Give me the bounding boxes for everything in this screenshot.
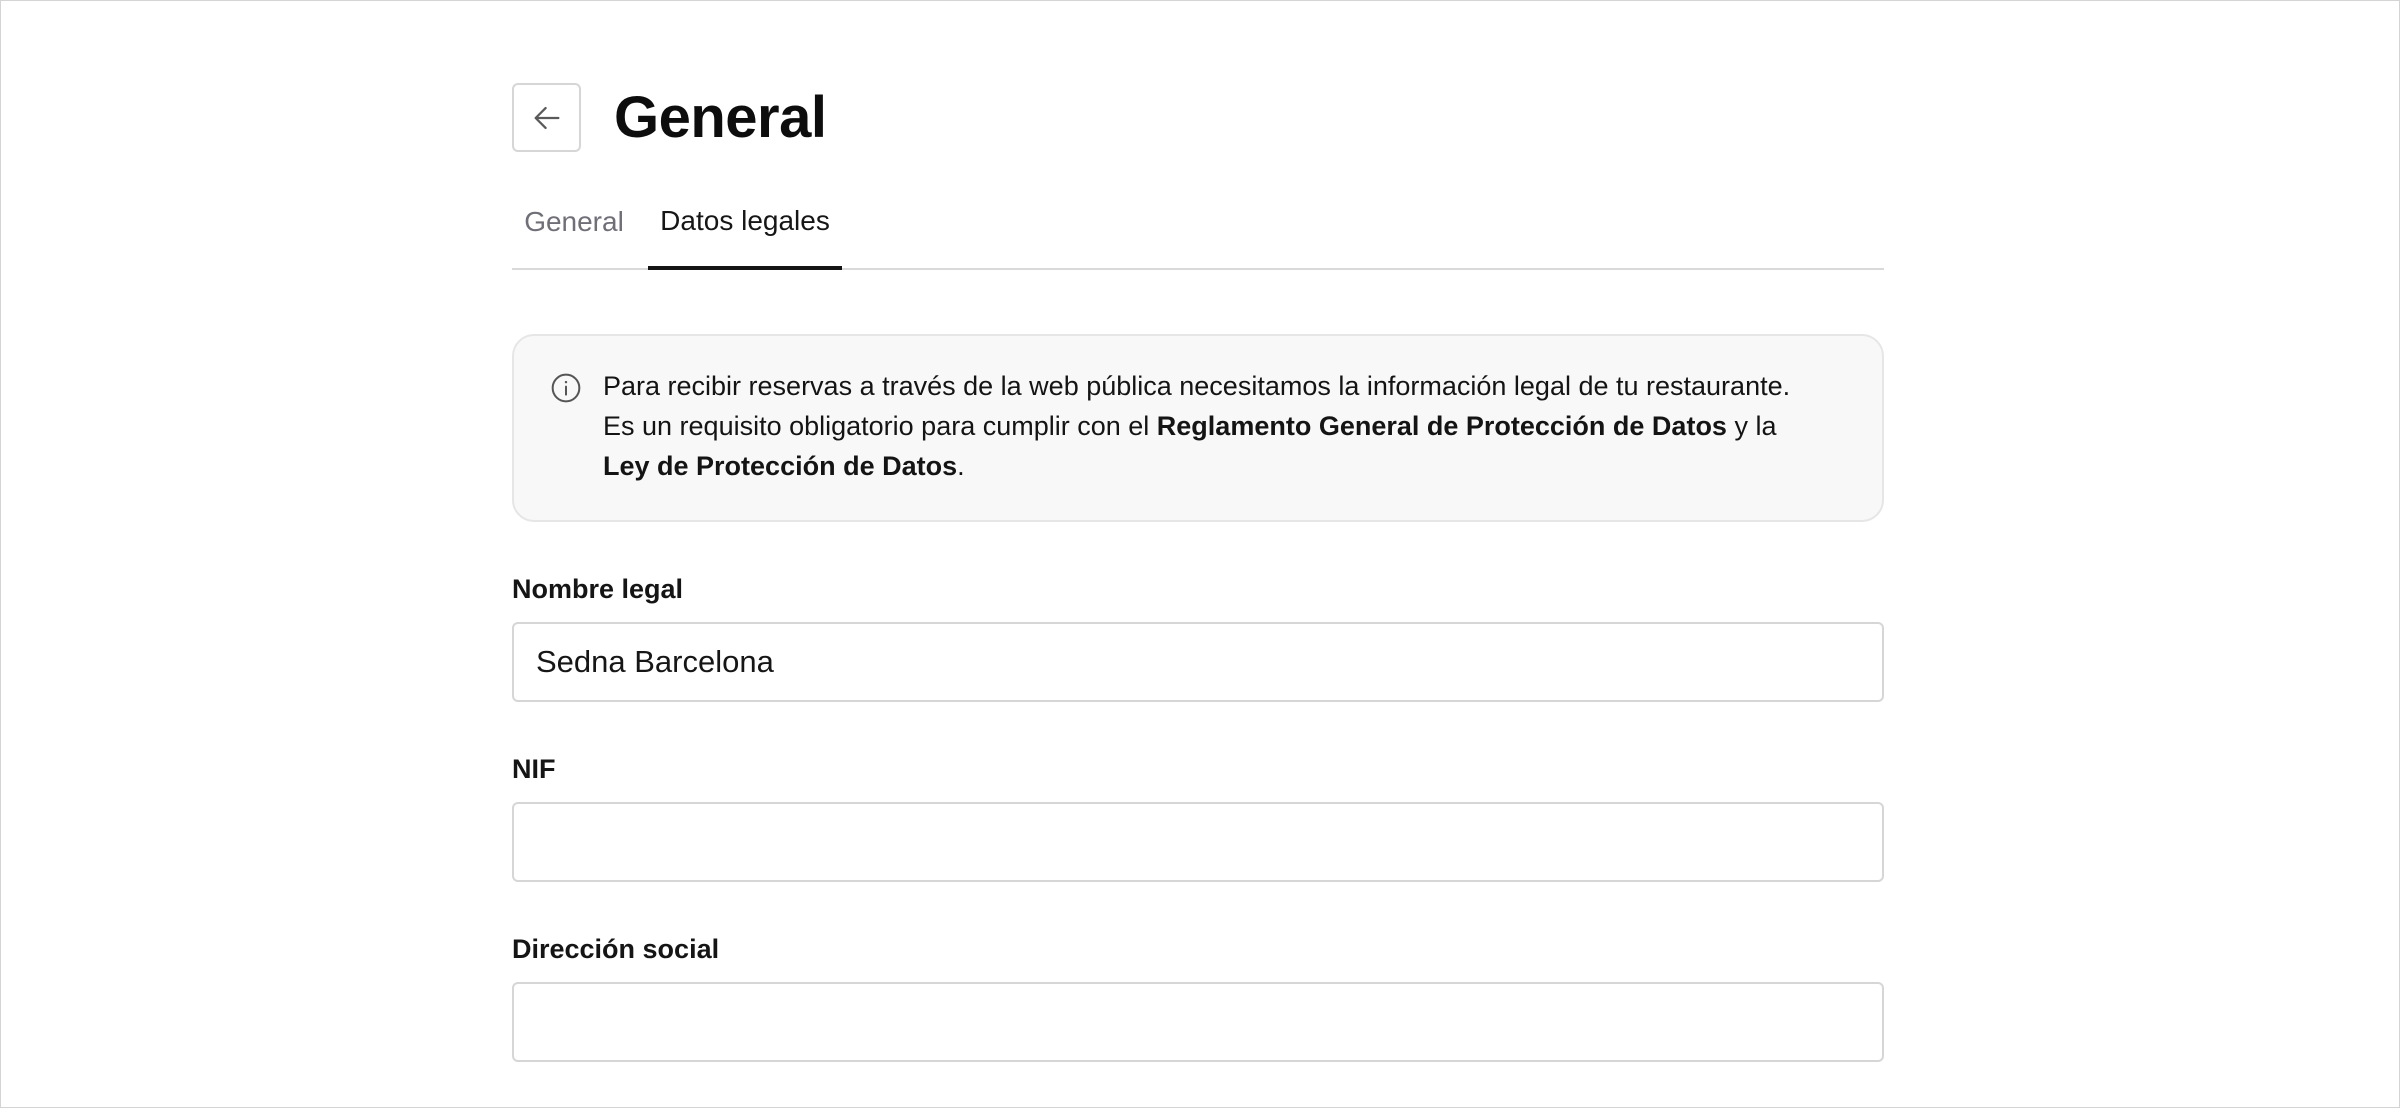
tab-datos-legales[interactable]: Datos legales <box>648 190 842 270</box>
tab-bar: General Datos legales <box>512 190 1884 270</box>
arrow-left-icon <box>534 106 559 129</box>
info-text-2: y la <box>1726 411 1777 441</box>
page-header: General <box>512 81 827 154</box>
info-bold-gdpr: Reglamento General de Protección de Dato… <box>1156 411 1727 441</box>
tab-general[interactable]: General <box>514 190 634 268</box>
back-button[interactable] <box>512 83 581 152</box>
info-text-3: . <box>957 451 965 481</box>
legal-name-input[interactable] <box>512 622 1884 702</box>
page-title: General <box>614 85 827 150</box>
info-bold-lopd: Ley de Protección de Datos <box>603 451 958 481</box>
info-circle-icon <box>551 373 581 403</box>
window-frame <box>0 0 2400 1108</box>
legal-name-label: Nombre legal <box>512 574 684 604</box>
nif-label: NIF <box>512 754 556 784</box>
info-message: Para recibir reservas a través de la web… <box>603 366 1803 486</box>
address-input[interactable] <box>512 982 1884 1062</box>
address-label: Dirección social <box>512 934 720 964</box>
info-notice: Para recibir reservas a través de la web… <box>512 334 1884 522</box>
nif-input[interactable] <box>512 802 1884 882</box>
